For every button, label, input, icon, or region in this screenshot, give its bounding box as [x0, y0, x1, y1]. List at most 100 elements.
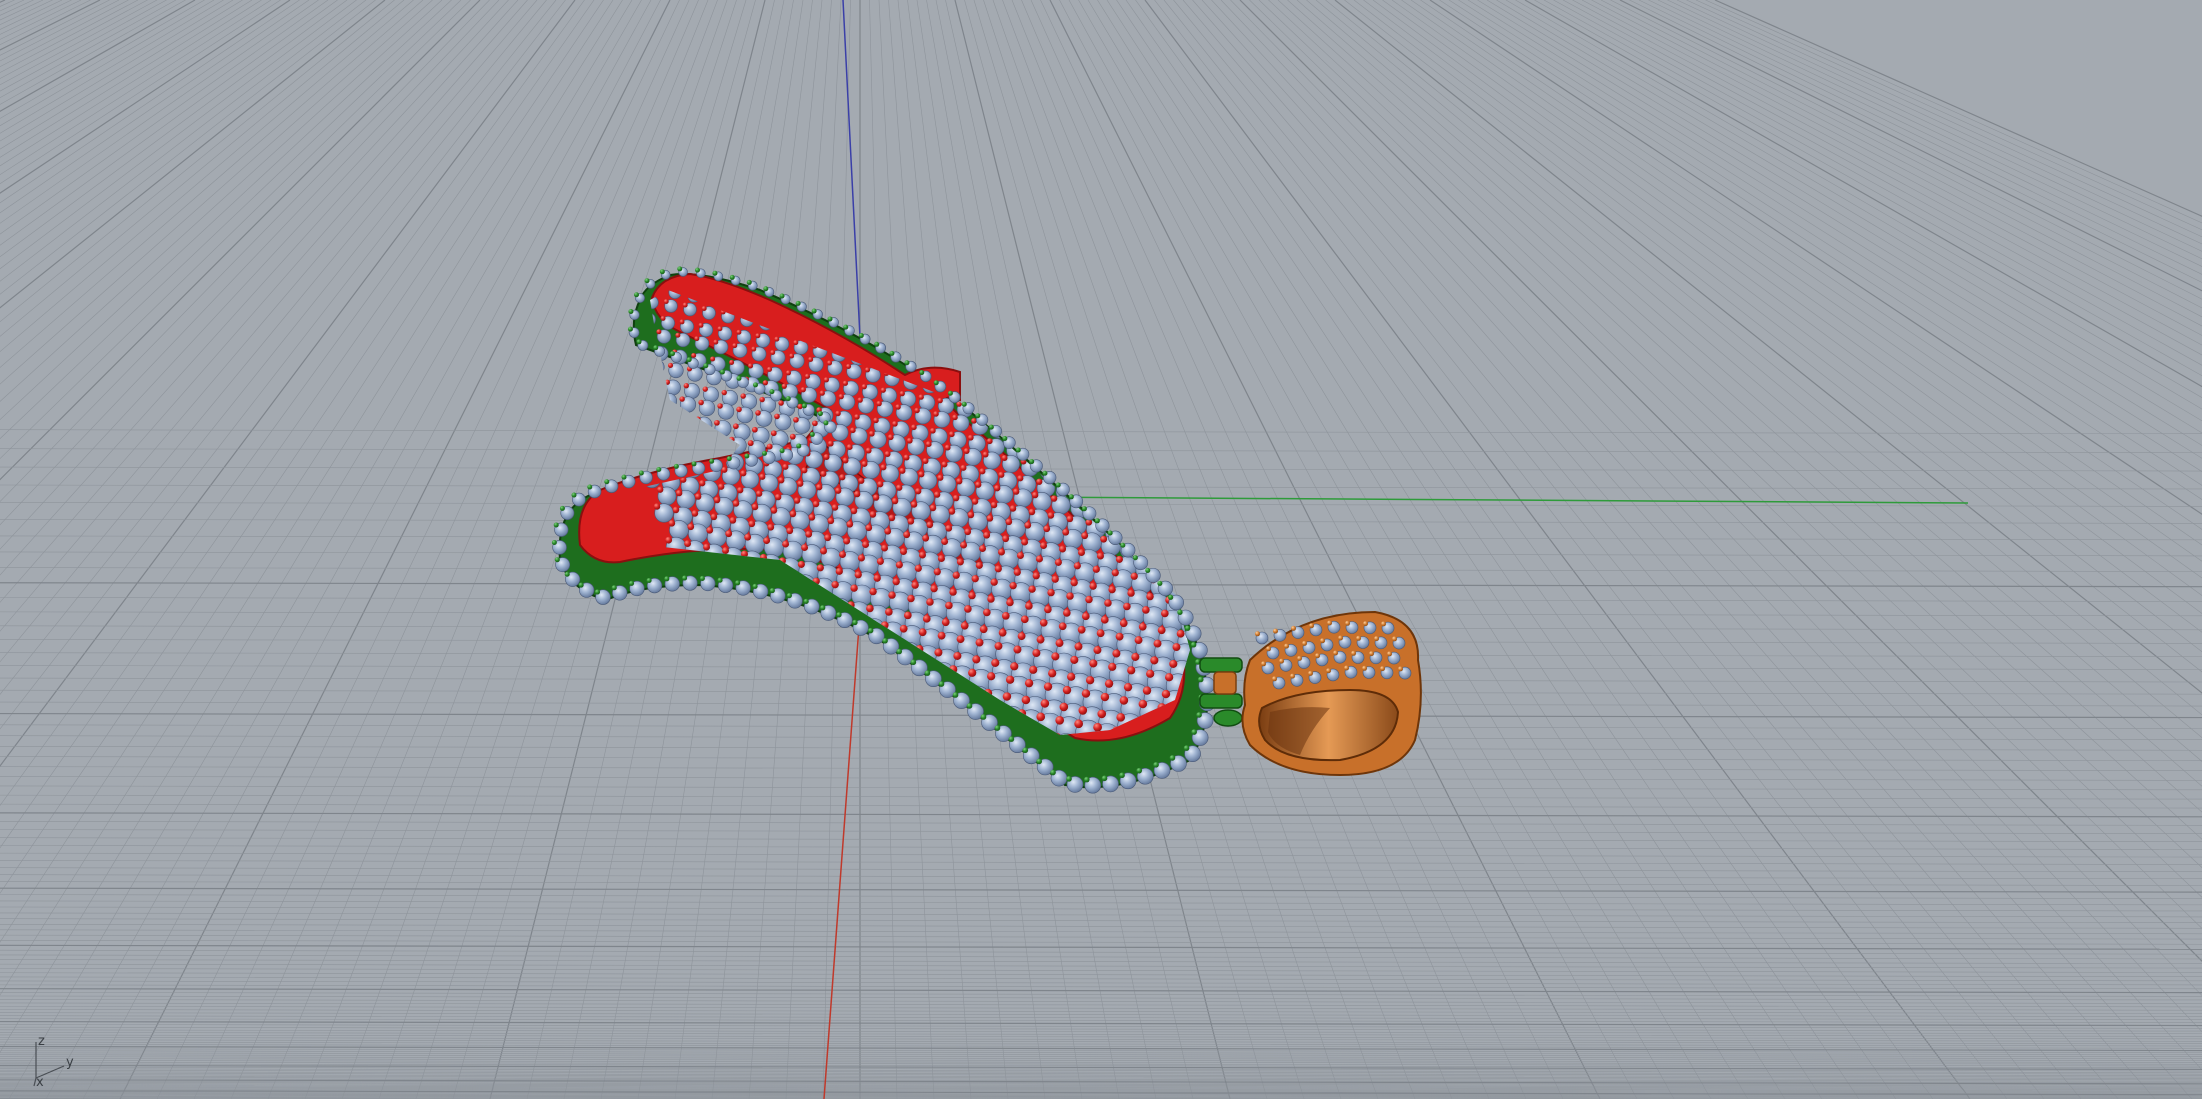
prong — [1123, 682, 1133, 692]
prong — [924, 670, 931, 676]
prong — [1047, 588, 1055, 597]
grid-line — [1543, 0, 2202, 366]
prong — [644, 278, 650, 284]
prong — [952, 571, 960, 579]
stone — [1062, 371, 1078, 388]
prong — [719, 369, 725, 375]
grid-line — [0, 0, 585, 806]
prong — [941, 461, 948, 468]
prong — [1299, 778, 1308, 787]
prong — [880, 464, 887, 471]
prong — [669, 351, 675, 357]
prong — [1127, 666, 1136, 675]
prong — [1259, 533, 1266, 540]
grid-line — [1163, 0, 2045, 1099]
prong — [910, 424, 917, 431]
stone — [1150, 499, 1170, 519]
prong — [1065, 435, 1072, 442]
prong — [1032, 648, 1041, 657]
prong — [1100, 692, 1110, 702]
prong — [864, 367, 871, 373]
stone — [1218, 463, 1235, 480]
prong — [867, 627, 874, 634]
prong — [797, 637, 806, 646]
pendant-model[interactable] — [551, 266, 1422, 862]
stone — [1320, 783, 1345, 808]
grid-line — [0, 0, 319, 224]
prong — [1307, 826, 1316, 835]
stone — [1245, 594, 1266, 615]
stone — [891, 750, 916, 775]
prong — [703, 363, 709, 369]
stone — [1043, 368, 1059, 384]
prong — [1199, 540, 1206, 547]
prong — [1115, 398, 1121, 405]
prong — [971, 575, 979, 583]
stone — [1196, 553, 1216, 573]
prong — [874, 731, 883, 735]
grid-line — [1686, 0, 2202, 238]
prong — [729, 274, 735, 280]
prong — [630, 355, 636, 361]
prong — [1036, 712, 1046, 722]
prong — [1036, 478, 1043, 485]
prong — [926, 521, 934, 529]
grid-line — [0, 984, 2202, 990]
prong — [1272, 676, 1277, 682]
prong — [553, 522, 559, 528]
prong — [808, 356, 814, 362]
prong — [904, 611, 912, 620]
grid-line — [0, 0, 120, 62]
prong — [972, 732, 981, 735]
prong — [718, 483, 725, 490]
stone — [1184, 519, 1190, 540]
stone — [1250, 581, 1271, 602]
prong — [1138, 542, 1146, 550]
prong — [967, 511, 975, 519]
stone — [889, 671, 915, 697]
stone — [878, 715, 904, 735]
stone — [806, 688, 832, 713]
prong — [630, 279, 635, 284]
stone — [1180, 789, 1205, 814]
prong — [838, 550, 846, 558]
stone — [971, 341, 987, 356]
stone — [649, 359, 665, 375]
grid-line — [0, 972, 2202, 978]
prong — [1252, 563, 1259, 570]
prong — [794, 731, 803, 735]
prong — [1036, 758, 1042, 765]
prong — [763, 617, 772, 626]
prong — [900, 705, 910, 714]
prong — [1381, 621, 1386, 627]
prong — [1081, 612, 1090, 621]
prong — [835, 644, 844, 653]
prong — [872, 337, 878, 343]
prong — [1204, 761, 1213, 770]
stone — [780, 714, 806, 735]
stone — [1124, 526, 1144, 546]
prong — [933, 568, 941, 576]
prong — [852, 619, 858, 626]
prong — [786, 527, 794, 535]
prong — [1083, 776, 1090, 783]
prong — [1226, 513, 1233, 520]
prong — [1169, 659, 1178, 668]
stone — [1009, 348, 1025, 363]
grid-line — [1676, 0, 2202, 245]
prong — [721, 623, 730, 632]
prong — [1160, 452, 1167, 459]
stone — [1275, 806, 1300, 831]
perspective-viewport[interactable]: z y x — [0, 0, 2202, 1099]
prong — [990, 344, 996, 350]
prong — [1214, 556, 1221, 563]
grid-line — [0, 812, 2202, 818]
prong — [1032, 572, 1040, 580]
grid-line — [0, 803, 2202, 809]
prong — [1196, 712, 1202, 718]
prong — [907, 594, 915, 603]
prong — [649, 359, 655, 365]
stone — [870, 668, 896, 693]
prong — [1206, 586, 1213, 593]
scene-canvas[interactable] — [0, 0, 2202, 1099]
